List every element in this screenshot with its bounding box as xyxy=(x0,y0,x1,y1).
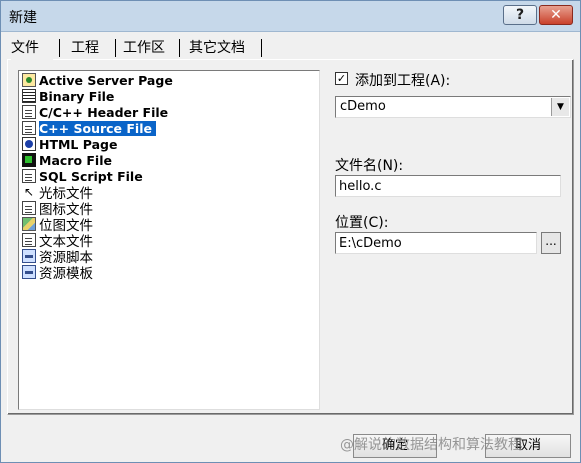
file-type-list[interactable]: Active Server Page Binary File C/C++ Hea… xyxy=(18,70,320,410)
location-field[interactable] xyxy=(335,232,537,254)
close-button[interactable]: ✕ xyxy=(539,5,573,25)
filename-field[interactable] xyxy=(335,175,561,197)
tab-divider xyxy=(179,39,180,57)
text-file-icon xyxy=(22,233,36,247)
list-item-header-file[interactable]: C/C++ Header File xyxy=(22,104,168,120)
project-select[interactable]: cDemo ▼ xyxy=(335,96,571,118)
chevron-down-icon[interactable]: ▼ xyxy=(551,98,569,116)
list-item-html-page[interactable]: HTML Page xyxy=(22,136,117,152)
filename-label: 文件名(N): xyxy=(335,158,404,174)
binary-file-icon xyxy=(22,89,36,103)
watermark: @解说的数据结构和算法教程 xyxy=(340,437,522,453)
help-button[interactable]: ? xyxy=(503,5,537,25)
resource-template-icon xyxy=(22,265,36,279)
icon-file-icon xyxy=(22,201,36,215)
dialog-title: 新建 xyxy=(9,10,37,26)
tab-workspace[interactable]: 工作区 xyxy=(123,37,179,61)
list-item-label: C++ Source File xyxy=(38,119,157,137)
add-to-project-checkbox[interactable]: ✓ xyxy=(335,72,348,85)
title-bar: 新建 ? ✕ xyxy=(1,1,580,32)
header-file-icon xyxy=(22,105,36,119)
question-icon: ? xyxy=(515,7,525,23)
tab-divider xyxy=(115,39,116,57)
html-page-icon xyxy=(22,137,36,151)
cursor-file-icon: ↖ xyxy=(23,185,35,199)
list-item-label: C/C++ Header File xyxy=(39,104,169,120)
add-to-project-label: 添加到工程(A): xyxy=(355,73,451,89)
check-icon: ✓ xyxy=(336,72,347,85)
list-item-label: 资源模板 xyxy=(39,266,93,282)
close-icon: ✕ xyxy=(550,7,562,23)
list-item-resource-template[interactable]: 资源模板 xyxy=(22,264,93,282)
list-item-cpp-source-file[interactable]: C++ Source File xyxy=(22,119,157,137)
bitmap-file-icon xyxy=(22,217,36,231)
macro-file-icon xyxy=(22,153,36,167)
project-select-value: cDemo xyxy=(340,99,386,114)
resource-script-icon xyxy=(22,249,36,263)
list-item-macro-file[interactable]: Macro File xyxy=(22,152,112,168)
list-item-label: Binary File xyxy=(39,88,115,104)
list-item-label: Macro File xyxy=(39,152,112,168)
list-item-label: Active Server Page xyxy=(39,72,173,88)
sql-script-icon xyxy=(22,169,36,183)
browse-button[interactable]: ... xyxy=(541,232,561,254)
asp-icon xyxy=(22,73,36,87)
tab-file[interactable]: 文件 xyxy=(11,37,53,61)
tab-project[interactable]: 工程 xyxy=(71,37,111,61)
new-file-dialog: 新建 ? ✕ 文件 工程 工作区 其它文档 Active Server Page… xyxy=(0,0,581,463)
list-item-label: HTML Page xyxy=(39,136,118,152)
location-label: 位置(C): xyxy=(335,215,389,231)
tab-divider xyxy=(59,39,60,57)
cpp-source-icon xyxy=(22,121,36,135)
tab-other-documents[interactable]: 其它文档 xyxy=(189,37,259,61)
list-item-active-server-page[interactable]: Active Server Page xyxy=(22,72,173,88)
tab-divider xyxy=(261,39,262,57)
list-item-binary-file[interactable]: Binary File xyxy=(22,88,114,104)
